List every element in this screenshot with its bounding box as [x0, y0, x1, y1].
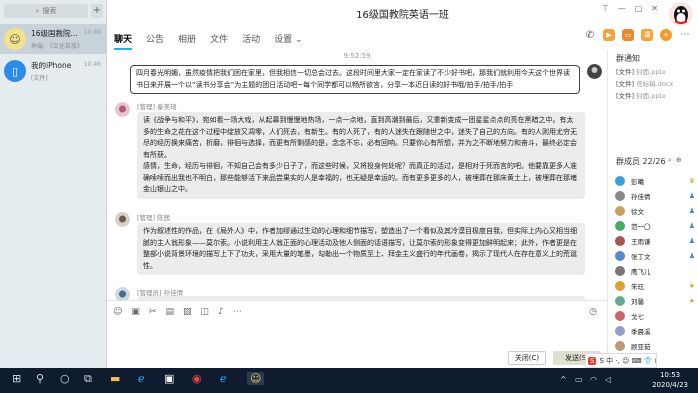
- input-area: ☺ ▣ ✂ ▤ ▨ ◫ ♪ ⋯ ◷ 关闭(C) 发送(S): [107, 300, 607, 368]
- conversation-item[interactable]: ▯ 我的iPhone [文件] 10:46: [0, 56, 107, 86]
- folder-icon[interactable]: ▤: [165, 307, 174, 317]
- title-bar: 16级国教院英语一班 ⊤ — ▢ ✕: [107, 0, 698, 27]
- group-avatar: ☺: [4, 28, 26, 50]
- red-packet-icon[interactable]: ◫: [200, 307, 209, 317]
- message-bubble[interactable]: 读《战争与和平》，宛如看一场大戏，从起幕到慢慢地热场，一点一点地，直到高潮到最后…: [137, 112, 585, 199]
- close-button[interactable]: 关闭(C): [508, 351, 546, 365]
- member-item[interactable]: 徐文 ♟: [615, 204, 698, 218]
- taskbar: ⊞ ⚲ ○ ⧉ ▬ ℯ ▣ ◉ ℯ ☺ ^ ▭ ◠ ◁ 10:53 2020/4…: [0, 368, 698, 393]
- member-item[interactable]: 顾亚茹: [615, 339, 698, 353]
- member-item[interactable]: 孙佳倩 ♟: [615, 189, 698, 203]
- member-item[interactable]: 鹰飞儿: [615, 264, 698, 278]
- tab-activity[interactable]: 活动: [242, 32, 260, 45]
- star-icon: ★: [688, 282, 695, 290]
- qq-taskbar-icon[interactable]: ☺: [247, 372, 265, 385]
- volume-icon[interactable]: ◁: [605, 375, 611, 384]
- message-bubble[interactable]: 作为叙述性的作品，在《局外人》中，作者加缪通过生动的心理和细节描写，塑造出了一个…: [137, 223, 585, 275]
- minimize-icon[interactable]: —: [618, 4, 626, 13]
- admin-icon: ♟: [688, 237, 695, 245]
- member-item[interactable]: 彭曦 ♛: [615, 174, 698, 188]
- message-sender: [管理] 秦美琦: [137, 103, 177, 111]
- tab-settings[interactable]: 设置 ⌄: [274, 32, 302, 45]
- phone-call-icon[interactable]: ✆: [584, 29, 596, 41]
- chat-toolbar: ✆ ▶ ▭ 课 + ⋯: [584, 29, 691, 41]
- more-icon[interactable]: ⋯: [679, 29, 691, 41]
- notice-title: 群通知: [616, 54, 640, 63]
- notice-file-item[interactable]: [文件] 封面.pptx: [616, 90, 698, 100]
- admin-icon: ♟: [688, 207, 695, 215]
- store-icon[interactable]: ▣: [164, 372, 174, 385]
- add-button[interactable]: +: [91, 4, 103, 18]
- file-explorer-icon[interactable]: ▬: [110, 372, 120, 385]
- image-icon[interactable]: ▨: [183, 307, 192, 317]
- my-message[interactable]: 四月春光明媚，虽然疫情把我们困在家里，但我相信一切总会过去。这段时间里大家一定在…: [130, 65, 580, 94]
- search-icon[interactable]: ⚲: [36, 372, 44, 385]
- tray-arrow-icon[interactable]: ^: [560, 375, 567, 384]
- qq-avatar[interactable]: [668, 1, 694, 27]
- notice-file-item[interactable]: [文件] 封面.pptx: [616, 66, 698, 76]
- admin-icon: ♟: [688, 222, 695, 230]
- wifi-icon[interactable]: ◠: [590, 375, 597, 384]
- app-icon[interactable]: ◉: [192, 372, 202, 385]
- lesson-icon[interactable]: 课: [641, 29, 653, 41]
- cortana-icon[interactable]: ○: [60, 372, 70, 385]
- star-icon: ★: [688, 297, 695, 305]
- member-item[interactable]: 张丁文 ♟: [615, 249, 698, 263]
- system-clock[interactable]: 10:53 2020/4/23: [652, 370, 688, 390]
- admin-icon: ♟: [688, 252, 695, 260]
- edge-icon[interactable]: ℯ: [138, 372, 145, 385]
- sogou-icon: S: [588, 356, 597, 365]
- conversation-sidebar: ⌕ 搜索 + ☺ 16级国教院... 仲瑞: 《文化苦旅》 10:49 ▯ 我的…: [0, 0, 107, 368]
- history-icon[interactable]: ◷: [589, 307, 597, 317]
- user-avatar[interactable]: [115, 102, 130, 117]
- ime-toolbar[interactable]: S S 中 ·, ☺ ⌨ 👕 ⊞: [585, 353, 657, 368]
- tab-chat[interactable]: 聊天: [114, 32, 133, 50]
- gif-icon[interactable]: ▣: [131, 307, 140, 317]
- phone-icon: ▯: [4, 60, 26, 82]
- add-app-icon[interactable]: +: [660, 29, 672, 41]
- tab-bar: 聊天 公告 相册 文件 活动 设置 ⌄: [107, 28, 607, 50]
- timestamp: 9:52:59: [343, 52, 371, 60]
- conversation-item[interactable]: ☺ 16级国教院... 仲瑞: 《文化苦旅》 10:49: [0, 24, 107, 54]
- input-toolbar: ☺ ▣ ✂ ▤ ▨ ◫ ♪ ⋯: [113, 307, 242, 317]
- group-info-panel: 群通知 [文件] 封面.pptx [文件] 竞标稿.docx [文件] 封面.p…: [607, 50, 698, 368]
- battery-icon[interactable]: ▭: [575, 375, 583, 384]
- tab-files[interactable]: 文件: [210, 32, 228, 45]
- add-member-icon[interactable]: ⊕: [676, 156, 682, 165]
- tab-album[interactable]: 相册: [178, 32, 196, 45]
- video-call-icon[interactable]: ▶: [603, 29, 615, 41]
- search-icon: ⌕: [35, 6, 40, 15]
- member-item[interactable]: 朱珏 ★: [615, 279, 698, 293]
- more-icon[interactable]: ⋯: [233, 307, 242, 317]
- message-input[interactable]: [113, 321, 601, 349]
- scissors-icon[interactable]: ✂: [149, 307, 157, 317]
- admin-icon: ♟: [688, 192, 695, 200]
- tab-announcement[interactable]: 公告: [146, 32, 164, 45]
- emoji-icon[interactable]: ☺: [113, 307, 122, 317]
- member-count: 群成员 22/26: [616, 157, 666, 166]
- browser-icon[interactable]: ℯ: [220, 372, 227, 385]
- microphone-icon[interactable]: ♪: [218, 307, 224, 317]
- chat-window: 16级国教院英语一班 ⊤ — ▢ ✕ 聊天 公告 相册 文件 活动 设置 ⌄ ✆…: [107, 0, 698, 368]
- user-avatar[interactable]: [115, 212, 130, 227]
- member-item[interactable]: 刘馨 ★: [615, 294, 698, 308]
- screen-share-icon[interactable]: ▭: [622, 29, 634, 41]
- pin-icon[interactable]: ⊤: [602, 4, 609, 13]
- member-item[interactable]: 季晨溪: [615, 324, 698, 338]
- windows-start-icon[interactable]: ⊞: [12, 372, 21, 385]
- member-item[interactable]: 范一〇 ♟: [615, 219, 698, 233]
- search-icon[interactable]: ⌕: [668, 156, 672, 165]
- close-icon[interactable]: ✕: [651, 4, 658, 13]
- search-input[interactable]: ⌕ 搜索: [4, 4, 88, 18]
- owner-icon: ♛: [688, 177, 695, 185]
- notice-file-item[interactable]: [文件] 竞标稿.docx: [616, 78, 698, 88]
- message-area: 9:52:59 四月春光明媚，虽然疫情把我们困在家里，但我相信一切总会过去。这段…: [107, 50, 607, 300]
- message-sender: [管理] 陈茜: [137, 214, 171, 222]
- member-item[interactable]: 戈七: [615, 309, 698, 323]
- task-view-icon[interactable]: ⧉: [84, 372, 92, 386]
- maximize-icon[interactable]: ▢: [635, 4, 643, 13]
- my-avatar[interactable]: [587, 64, 602, 79]
- user-avatar[interactable]: [115, 287, 130, 300]
- member-item[interactable]: 王雨谦 ♟: [615, 234, 698, 248]
